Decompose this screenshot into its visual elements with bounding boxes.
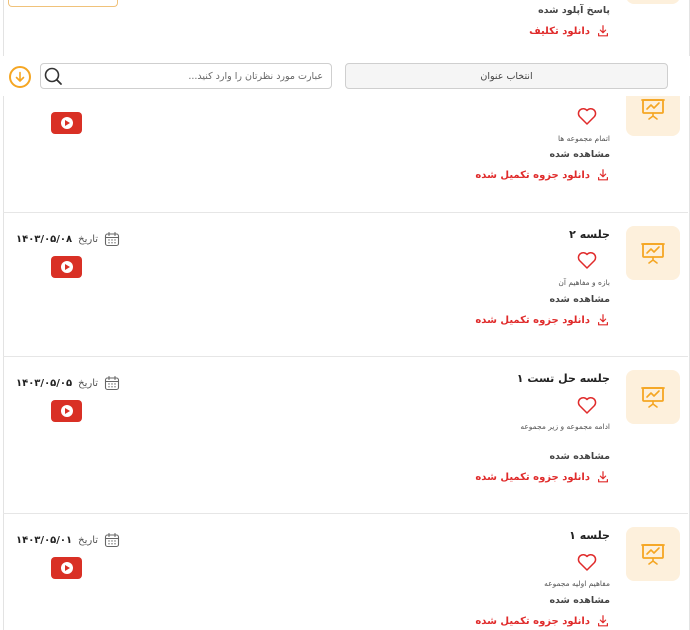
session-date: ۱۴۰۳/۰۵/۰۱ تاریخ — [16, 532, 120, 548]
play-video-button[interactable] — [51, 112, 82, 134]
date-label: تاریخ — [78, 377, 99, 389]
presentation-chart-icon — [641, 387, 665, 408]
play-video-button[interactable] — [51, 256, 82, 278]
download-icon — [598, 615, 608, 627]
download-assignment-link[interactable]: دانلود تکلیف — [529, 24, 610, 38]
download-icon — [598, 169, 608, 181]
uploaded-answer-label: پاسخ آپلود شده — [538, 5, 610, 16]
session-title: جلسه ۲ — [569, 228, 610, 241]
session-subtitle: اتمام مجموعه ها — [557, 134, 610, 143]
download-icon — [598, 314, 608, 326]
search-input[interactable] — [40, 63, 332, 89]
scroll-down-button[interactable] — [9, 66, 31, 88]
title-select-label: انتخاب عنوان — [480, 70, 533, 82]
presentation-chart-icon — [641, 544, 665, 565]
date-value: ۱۴۰۳/۰۵/۰۵ — [16, 377, 73, 389]
presentation-chart-icon — [641, 99, 665, 120]
calendar-icon — [104, 231, 120, 247]
download-notes-link[interactable]: دانلود جزوه تکمیل شده — [475, 313, 610, 327]
divider — [3, 513, 688, 514]
download-notes-link[interactable]: دانلود جزوه تکمیل شده — [475, 614, 610, 628]
play-video-icon — [60, 562, 73, 574]
session-thumbnail — [626, 527, 680, 581]
date-value: ۱۴۰۳/۰۵/۰۱ — [16, 534, 73, 546]
session-subtitle: بازه و مفاهیم آن — [558, 278, 610, 287]
session-status: مشاهده شده — [549, 294, 610, 305]
date-value: ۱۴۰۳/۰۵/۰۸ — [16, 233, 73, 245]
search-filter-bar: انتخاب عنوان — [0, 56, 690, 96]
title-select[interactable]: انتخاب عنوان — [345, 63, 668, 89]
calendar-icon — [104, 532, 120, 548]
play-video-icon — [60, 405, 73, 417]
download-notes-link[interactable]: دانلود جزوه تکمیل شده — [475, 168, 610, 182]
session-thumbnail — [626, 0, 680, 4]
top-partial-button[interactable] — [8, 0, 118, 7]
session-thumbnail — [626, 370, 680, 424]
date-label: تاریخ — [78, 534, 99, 546]
divider — [3, 212, 688, 213]
heart-icon[interactable] — [575, 393, 599, 417]
session-subtitle: ادامه مجموعه و زیر مجموعه — [520, 422, 610, 431]
download-icon — [598, 471, 608, 483]
play-video-button[interactable] — [51, 400, 82, 422]
heart-icon[interactable] — [575, 248, 599, 272]
calendar-icon — [104, 375, 120, 391]
session-status: مشاهده شده — [549, 595, 610, 606]
session-status: مشاهده شده — [549, 149, 610, 160]
arrow-down-circle-icon — [15, 71, 25, 82]
heart-icon[interactable] — [575, 104, 599, 128]
divider — [3, 356, 688, 357]
download-notes-link[interactable]: دانلود جزوه تکمیل شده — [475, 470, 610, 484]
session-status: مشاهده شده — [549, 451, 610, 462]
date-label: تاریخ — [78, 233, 99, 245]
play-video-button[interactable] — [51, 557, 82, 579]
session-date: ۱۴۰۳/۰۵/۰۵ تاریخ — [16, 375, 120, 391]
presentation-chart-icon — [641, 243, 665, 264]
session-title: جلسه حل تست ۱ — [516, 372, 610, 385]
session-subtitle: مفاهیم اولیه مجموعه — [544, 579, 610, 588]
heart-icon[interactable] — [575, 550, 599, 574]
session-thumbnail — [626, 226, 680, 280]
download-icon — [598, 25, 608, 37]
session-title: جلسه ۱ — [569, 529, 610, 542]
play-video-icon — [60, 261, 73, 273]
play-video-icon — [60, 117, 73, 129]
session-date: ۱۴۰۳/۰۵/۰۸ تاریخ — [16, 231, 120, 247]
